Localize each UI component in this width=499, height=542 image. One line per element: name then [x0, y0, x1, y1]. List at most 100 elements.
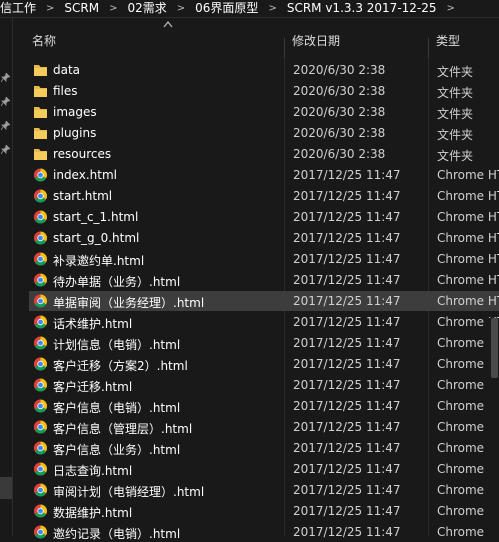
file-row[interactable]: data 2020/6/30 2:38 文件夹 [29, 60, 499, 80]
chrome-icon [34, 399, 47, 413]
chrome-icon [34, 231, 47, 245]
file-row[interactable]: 话术维护.html 2017/12/25 11:47 Chrome HT [29, 312, 499, 332]
file-name: 客户信息（电销）.html [53, 401, 181, 415]
file-type: Chrome HT [437, 252, 499, 266]
chevron-right-icon[interactable]: > [443, 0, 459, 17]
file-name: 客户信息（管理层）.html [53, 422, 193, 436]
file-modified-date: 2017/12/25 11:47 [293, 420, 401, 434]
file-name: 日志查询.html [53, 464, 133, 478]
file-modified-date: 2017/12/25 11:47 [293, 357, 401, 371]
file-modified-date: 2017/12/25 11:47 [293, 483, 401, 497]
file-modified-date: 2017/12/25 11:47 [293, 168, 401, 182]
file-row[interactable]: 数据维护.html 2017/12/25 11:47 Chrome HT [29, 501, 499, 521]
file-type: 文件夹 [437, 128, 474, 142]
file-modified-date: 2017/12/25 11:47 [293, 378, 401, 392]
breadcrumb-item[interactable]: 02需求 [121, 0, 172, 17]
file-modified-date: 2017/12/25 11:47 [293, 525, 401, 539]
file-type: 文件夹 [437, 149, 474, 163]
chrome-icon [34, 378, 47, 392]
pin-icon [1, 97, 10, 106]
file-row[interactable]: images 2020/6/30 2:38 文件夹 [29, 102, 499, 122]
file-row[interactable]: 客户信息（电销）.html 2017/12/25 11:47 Chrome HT [29, 396, 499, 416]
chevron-right-icon[interactable]: > [264, 0, 280, 17]
file-name: files [53, 84, 78, 98]
pane-divider[interactable] [12, 18, 13, 536]
file-row[interactable]: 客户迁移.html 2017/12/25 11:47 Chrome HT [29, 375, 499, 395]
file-modified-date: 2017/12/25 11:47 [293, 504, 401, 518]
chrome-icon [34, 420, 47, 434]
file-row[interactable]: 单据审阅（业务经理）.html 2017/12/25 11:47 Chrome HT [29, 291, 499, 311]
folder-icon [34, 107, 47, 118]
file-modified-date: 2017/12/25 11:47 [293, 336, 401, 350]
file-row[interactable]: 客户迁移（方案2）.html 2017/12/25 11:47 Chrome HT [29, 354, 499, 374]
file-modified-date: 2020/6/30 2:38 [293, 126, 386, 140]
file-name: 待办单据（业务）.html [53, 275, 181, 289]
file-name: 客户迁移.html [53, 380, 133, 394]
breadcrumb-item[interactable]: 信工作 [0, 0, 42, 17]
file-name: 审阅计划（电销经理）.html [53, 485, 205, 499]
chrome-icon [34, 210, 47, 224]
file-row[interactable]: 待办单据（业务）.html 2017/12/25 11:47 Chrome HT [29, 270, 499, 290]
file-name: 补录邀约单.html [53, 254, 145, 268]
file-row[interactable]: 客户信息（业务）.html 2017/12/25 11:47 Chrome HT [29, 438, 499, 458]
chrome-icon [34, 357, 47, 371]
file-type: Chrome HT [437, 189, 499, 203]
file-type: Chrome HT [437, 231, 499, 245]
file-name: index.html [53, 168, 117, 182]
column-header-date[interactable]: 修改日期 [292, 32, 340, 49]
column-header-name[interactable]: 名称 [32, 32, 56, 49]
file-modified-date: 2017/12/25 11:47 [293, 294, 401, 308]
file-row[interactable]: start.html 2017/12/25 11:47 Chrome HT [29, 186, 499, 206]
file-row[interactable]: 审阅计划（电销经理）.html 2017/12/25 11:47 Chrome HT [29, 480, 499, 500]
file-row[interactable]: start_g_0.html 2017/12/25 11:47 Chrome HT [29, 228, 499, 248]
chrome-icon [34, 441, 47, 455]
file-row[interactable]: start_c_1.html 2017/12/25 11:47 Chrome HT [29, 207, 499, 227]
file-modified-date: 2017/12/25 11:47 [293, 399, 401, 413]
breadcrumb-item[interactable]: SCRM [58, 0, 105, 17]
file-name: 客户迁移（方案2）.html [53, 359, 188, 373]
pin-icon [1, 145, 10, 154]
file-row[interactable]: 客户信息（管理层）.html 2017/12/25 11:47 Chrome HT [29, 417, 499, 437]
address-bar[interactable]: 信工作 > SCRM > 02需求 > 06界面原型 > SCRM v1.3.3… [0, 0, 499, 18]
file-row[interactable]: 日志查询.html 2017/12/25 11:47 Chrome HT [29, 459, 499, 479]
file-row[interactable]: index.html 2017/12/25 11:47 Chrome HT [29, 165, 499, 185]
folder-icon [34, 65, 47, 76]
chrome-icon [34, 252, 47, 266]
chevron-right-icon[interactable]: > [173, 0, 189, 17]
breadcrumb-item[interactable]: 06界面原型 [189, 0, 264, 17]
file-name: images [53, 105, 97, 119]
file-row[interactable]: resources 2020/6/30 2:38 文件夹 [29, 144, 499, 164]
chrome-icon [34, 273, 47, 287]
file-name: plugins [53, 126, 97, 140]
chevron-right-icon[interactable]: > [105, 0, 121, 17]
navigation-pane[interactable] [0, 18, 12, 536]
file-name: 话术维护.html [53, 317, 133, 331]
file-row[interactable]: plugins 2020/6/30 2:38 文件夹 [29, 123, 499, 143]
breadcrumb-item[interactable]: SCRM v1.3.3 2017-12-25 [281, 0, 443, 17]
file-row[interactable]: files 2020/6/30 2:38 文件夹 [29, 81, 499, 101]
file-name: resources [53, 147, 112, 161]
file-modified-date: 2017/12/25 11:47 [293, 462, 401, 476]
folder-icon [34, 128, 47, 139]
file-type: 文件夹 [437, 107, 474, 121]
scrollbar-thumb[interactable] [491, 318, 498, 378]
column-header-row: 名称 修改日期 类型 [12, 18, 499, 72]
sort-ascending-icon [163, 21, 173, 28]
column-header-type[interactable]: 类型 [436, 32, 460, 49]
chrome-icon [34, 504, 47, 518]
file-row[interactable]: 补录邀约单.html 2017/12/25 11:47 Chrome HT [29, 249, 499, 269]
nav-selected-item[interactable] [0, 477, 12, 499]
file-row[interactable]: 邀约记录（电销）.html 2017/12/25 11:47 Chrome HT [29, 522, 499, 542]
pin-icon [1, 121, 10, 130]
file-row[interactable]: 计划信息（电销）.html 2017/12/25 11:47 Chrome HT [29, 333, 499, 353]
file-name: start.html [53, 189, 113, 203]
folder-icon [34, 149, 47, 160]
file-type: Chrome HT [437, 210, 499, 224]
file-type: Chrome HT [437, 273, 499, 287]
file-modified-date: 2020/6/30 2:38 [293, 105, 386, 119]
file-modified-date: 2017/12/25 11:47 [293, 315, 401, 329]
chrome-icon [34, 462, 47, 476]
chrome-icon [34, 168, 47, 182]
chevron-right-icon[interactable]: > [42, 0, 58, 17]
file-modified-date: 2017/12/25 11:47 [293, 273, 401, 287]
